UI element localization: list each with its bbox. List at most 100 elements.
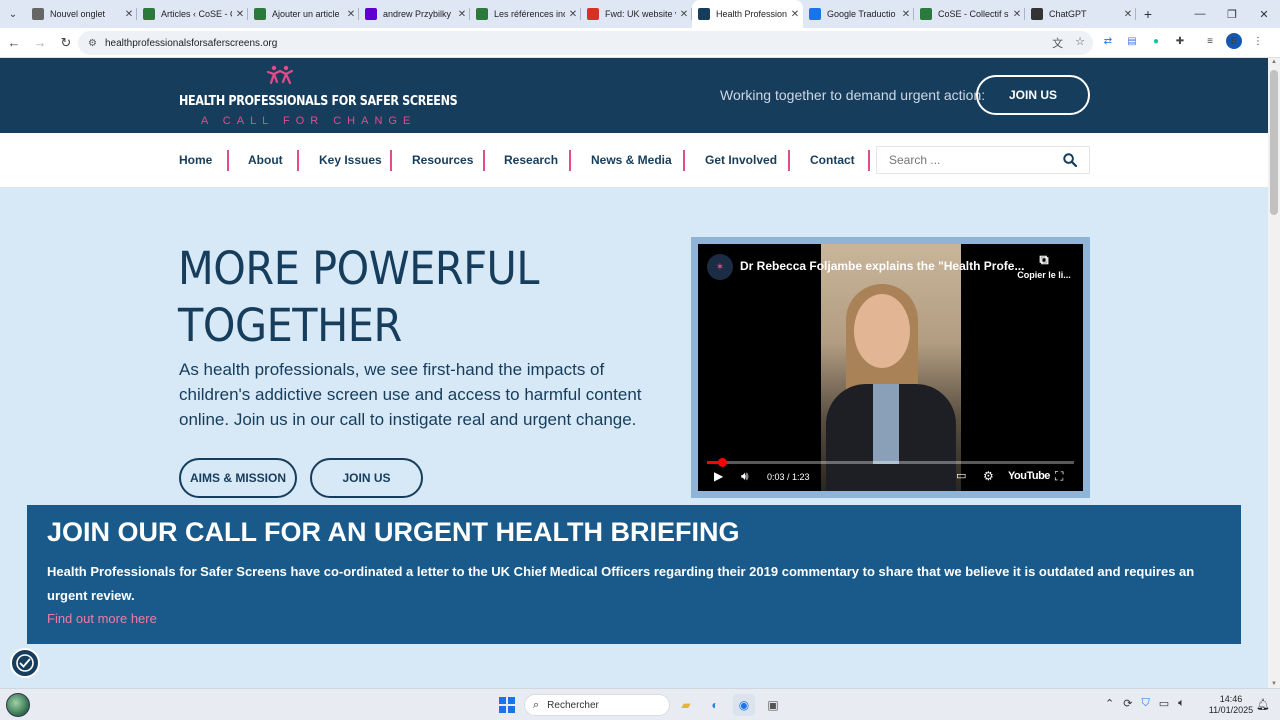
bookmark-star-icon[interactable]: ☆ <box>1075 35 1085 51</box>
close-tab-icon[interactable]: ✕ <box>454 9 470 20</box>
address-bar[interactable]: ⚙ healthprofessionalsforsaferscreens.org… <box>78 31 1093 55</box>
taskbar-search[interactable]: ⌕ Rechercher <box>524 694 670 716</box>
copy-link-button[interactable]: ⧉ Copier le li... <box>1014 252 1074 280</box>
reload-icon[interactable]: ↻ <box>54 31 78 55</box>
nav-resources[interactable]: Resources <box>412 153 473 167</box>
browser-tab-strip: ⌄ Nouvel onglet ✕ Articles ‹ CoSE - C ✕ Ajou… <box>0 0 1280 28</box>
nav-news-media[interactable]: News & Media <box>591 153 672 167</box>
tray-shield-icon[interactable]: ⛉ <box>1141 697 1149 710</box>
notification-bell-icon[interactable]: 🔔︎ <box>1256 698 1270 711</box>
nav-home[interactable]: Home <box>179 153 212 167</box>
browser-tab[interactable]: Ajouter un article ✕ <box>248 0 359 28</box>
close-tab-icon[interactable]: ✕ <box>1120 9 1136 20</box>
close-tab-icon[interactable]: ✕ <box>898 9 914 20</box>
site-logo[interactable]: HEALTH PROFESSIONALS FOR SAFER SCREENS A… <box>179 65 458 129</box>
speaker-icon[interactable]: 🔈︎ <box>1178 697 1185 710</box>
chrome-icon[interactable]: ◉ <box>733 694 755 716</box>
youtube-player[interactable]: ✶ Dr Rebecca Foljambe explains the "Heal… <box>698 244 1083 491</box>
extension-doc-icon[interactable]: ▤ <box>1124 33 1140 49</box>
tab-search-icon[interactable]: ⌄ <box>0 0 26 28</box>
address-actions: 文 ☆ <box>1052 35 1085 51</box>
browser-tab[interactable]: Google Traductio ✕ <box>803 0 914 28</box>
close-tab-icon[interactable]: ✕ <box>1009 9 1025 20</box>
video-scrubber-handle[interactable] <box>717 458 727 467</box>
browser-tab[interactable]: Health Profession ✕ <box>692 0 803 28</box>
extension-grammarly-icon[interactable]: ● <box>1148 33 1164 49</box>
windows-start-icon[interactable] <box>499 697 515 713</box>
edge-icon[interactable]: ◐ <box>704 694 726 716</box>
aims-mission-button[interactable]: AIMS & MISSION <box>179 458 297 498</box>
extensions-puzzle-icon[interactable]: ✚ <box>1172 33 1188 49</box>
youtube-logo[interactable]: YouTube <box>1008 470 1050 482</box>
search-icon[interactable] <box>1063 153 1077 167</box>
scroll-down-icon[interactable]: ▼ <box>1268 681 1280 687</box>
accessibility-icon <box>16 654 34 672</box>
system-tray: ⌃ ⟳ ⛉ ▭ 🔈︎ <box>1105 697 1185 710</box>
browser-tab-label: Fwd: UK website v <box>605 9 676 19</box>
scrollbar-thumb[interactable] <box>1270 70 1278 215</box>
settings-gear-icon[interactable]: ⚙ <box>983 469 994 483</box>
nav-key-issues[interactable]: Key Issues <box>319 153 382 167</box>
close-tab-icon[interactable]: ✕ <box>121 9 137 20</box>
minimize-icon[interactable]: — <box>1184 0 1216 28</box>
widgets-globe-icon[interactable] <box>6 693 30 717</box>
play-icon[interactable]: ▶ <box>714 469 723 483</box>
browser-menu-icon[interactable]: ⋮ <box>1250 33 1266 49</box>
page-scrollbar[interactable]: ▲ ▼ <box>1268 58 1280 688</box>
channel-avatar[interactable]: ✶ <box>707 254 733 280</box>
tray-chevron-icon[interactable]: ⌃ <box>1105 697 1114 710</box>
file-explorer-icon[interactable]: ▰ <box>675 694 697 716</box>
browser-tab[interactable]: andrew Przybilky ✕ <box>359 0 470 28</box>
hero-join-button[interactable]: JOIN US <box>310 458 423 498</box>
video-progress-bar[interactable] <box>707 458 1074 467</box>
browser-tab[interactable]: Nouvel onglet ✕ <box>26 0 137 28</box>
new-tab-icon[interactable]: + <box>1136 6 1160 22</box>
copy-icon: ⧉ <box>1039 252 1049 267</box>
scroll-up-icon[interactable]: ▲ <box>1268 59 1280 65</box>
briefing-title: JOIN OUR CALL FOR AN URGENT HEALTH BRIEF… <box>47 517 740 547</box>
copy-link-label: Copier le li... <box>1017 270 1071 280</box>
nav-get-involved[interactable]: Get Involved <box>705 153 777 167</box>
restore-icon[interactable]: ❐ <box>1216 0 1248 28</box>
close-window-icon[interactable]: ✕ <box>1248 0 1280 28</box>
search-input[interactable] <box>889 153 1059 167</box>
browser-tab[interactable]: Les références inc ✕ <box>470 0 581 28</box>
back-icon[interactable]: ← <box>2 31 26 55</box>
profile-avatar[interactable]: E <box>1226 33 1242 49</box>
close-tab-icon[interactable]: ✕ <box>343 9 359 20</box>
network-icon[interactable]: ▭ <box>1159 697 1169 710</box>
browser-tab-label: Articles ‹ CoSE - C <box>161 9 232 19</box>
translate-icon[interactable]: 文 <box>1052 35 1063 51</box>
video-title[interactable]: Dr Rebecca Foljambe explains the "Health… <box>740 259 1024 273</box>
browser-tab[interactable]: Articles ‹ CoSE - C ✕ <box>137 0 248 28</box>
captions-icon[interactable]: ▭ <box>956 469 966 482</box>
volume-icon[interactable]: 🔊︎ <box>741 469 749 484</box>
close-tab-icon[interactable]: ✕ <box>232 9 248 20</box>
browser-tab[interactable]: Fwd: UK website v ✕ <box>581 0 692 28</box>
close-tab-icon[interactable]: ✕ <box>565 9 581 20</box>
taskbar-search-label: Rechercher <box>547 699 599 711</box>
close-tab-icon[interactable]: ✕ <box>787 9 803 20</box>
logo-sub-text: A CALL FOR CHANGE <box>201 115 417 127</box>
nav-about[interactable]: About <box>248 153 283 167</box>
remote-desktop-icon[interactable]: ▣ <box>762 694 784 716</box>
nav-separator <box>227 150 229 171</box>
nav-contact[interactable]: Contact <box>810 153 855 167</box>
browser-tab[interactable]: CoSE - Collectif s ✕ <box>914 0 1025 28</box>
forward-icon[interactable]: → <box>28 31 52 55</box>
header-join-button[interactable]: JOIN US <box>976 75 1090 115</box>
nav-research[interactable]: Research <box>504 153 558 167</box>
close-tab-icon[interactable]: ✕ <box>676 9 692 20</box>
reading-list-icon[interactable]: ≡ <box>1202 33 1218 49</box>
tray-sync-icon[interactable]: ⟳ <box>1123 697 1132 710</box>
find-out-more-link[interactable]: Find out more here <box>47 611 157 626</box>
accessibility-button[interactable] <box>10 648 40 678</box>
tab-list: Nouvel onglet ✕ Articles ‹ CoSE - C ✕ Ajoute… <box>26 0 1136 28</box>
fullscreen-icon[interactable]: ⛶ <box>1055 469 1063 484</box>
browser-tab-label: Ajouter un article <box>272 9 340 19</box>
taskbar-clock[interactable]: 14:46 11/01/2025 <box>1206 694 1256 716</box>
browser-tab[interactable]: ChatGPT ✕ <box>1025 0 1136 28</box>
extension-translate-icon[interactable]: ⇄ <box>1100 33 1116 49</box>
site-info-icon[interactable]: ⚙ <box>88 38 97 49</box>
video-figure-head <box>854 294 910 368</box>
